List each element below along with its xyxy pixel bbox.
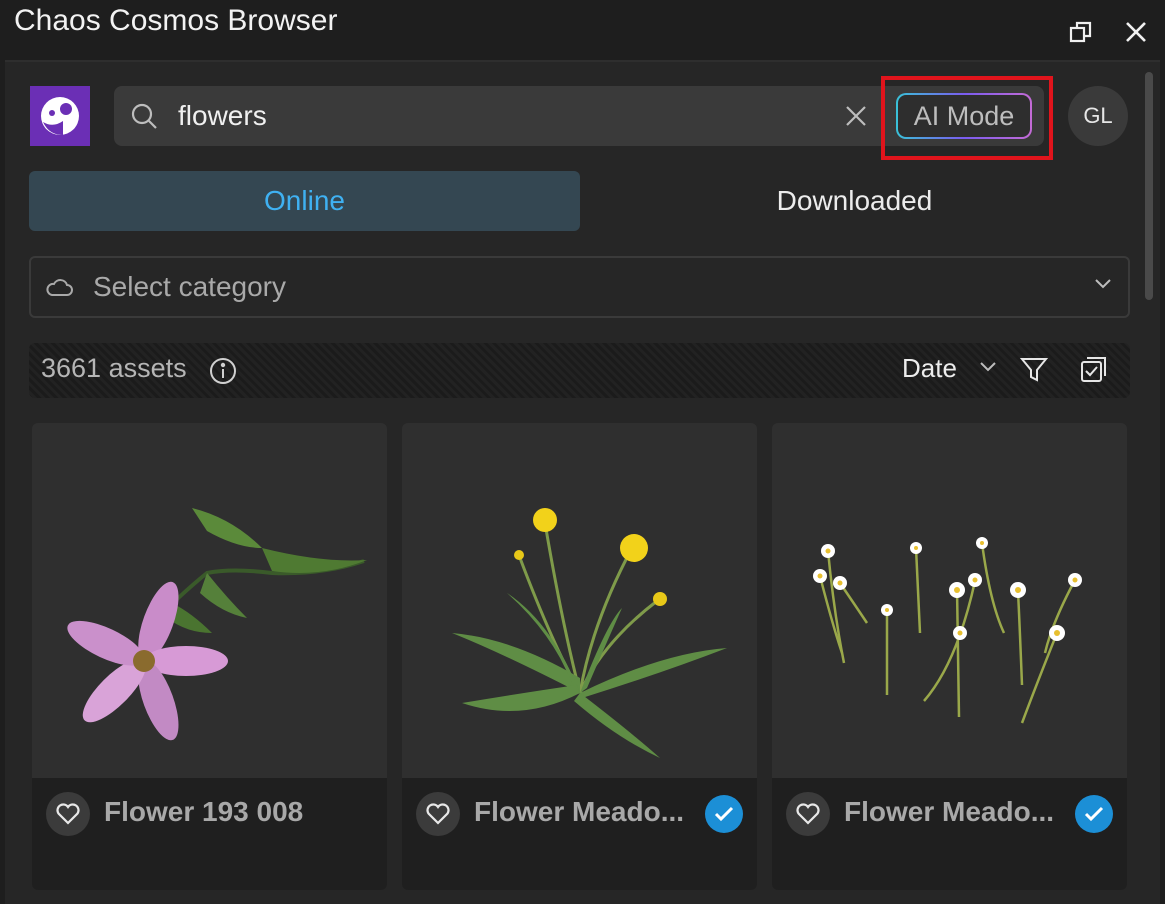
scrollbar[interactable] <box>1142 72 1156 302</box>
sort-chevron-icon[interactable] <box>979 361 997 373</box>
restore-icon <box>1069 21 1092 43</box>
multi-select-icon[interactable] <box>1079 355 1109 385</box>
asset-name: Flower Meado... <box>474 796 685 827</box>
daisy-meadow-thumbnail <box>772 423 1127 778</box>
search-input[interactable] <box>178 96 818 136</box>
dandelion-thumbnail <box>402 423 757 778</box>
asset-card[interactable]: Flower Meado... <box>402 423 757 890</box>
pink-flower-thumbnail <box>32 423 387 778</box>
title-bar: Chaos Cosmos Browser <box>0 0 1165 60</box>
chevron-down-icon <box>1095 279 1111 289</box>
asset-card[interactable]: Flower 193 008 <box>32 423 387 890</box>
asset-toolbar: 3661 assets Date <box>29 343 1130 398</box>
search-icon <box>131 103 157 129</box>
category-select[interactable]: Select category <box>29 256 1130 318</box>
window-title: Chaos Cosmos Browser <box>14 4 338 37</box>
clear-icon <box>846 106 866 126</box>
card-footer: Flower 193 008 <box>32 778 387 890</box>
cosmos-logo <box>30 86 90 146</box>
asset-name: Flower Meado... <box>844 796 1055 827</box>
restore-window-button[interactable] <box>1063 14 1099 50</box>
user-avatar[interactable]: GL <box>1068 86 1128 146</box>
search-bar: AI Mode <box>114 86 1044 146</box>
downloaded-badge <box>1075 795 1113 833</box>
close-icon <box>1126 22 1146 42</box>
close-window-button[interactable] <box>1118 14 1154 50</box>
downloaded-badge <box>705 795 743 833</box>
heart-icon <box>56 803 80 825</box>
favorite-button[interactable] <box>416 792 460 836</box>
filter-icon[interactable] <box>1019 355 1049 385</box>
scrollbar-thumb[interactable] <box>1145 72 1153 300</box>
ai-mode-button[interactable]: AI Mode <box>896 93 1032 139</box>
heart-icon <box>796 803 820 825</box>
category-placeholder: Select category <box>93 271 286 302</box>
favorite-button[interactable] <box>786 792 830 836</box>
info-icon[interactable] <box>209 357 237 385</box>
favorite-button[interactable] <box>46 792 90 836</box>
cosmos-logo-icon <box>41 97 79 135</box>
clear-search-button[interactable] <box>842 102 870 130</box>
cloud-icon <box>46 279 73 296</box>
checkmark-icon <box>714 806 734 822</box>
asset-card[interactable]: Flower Meado... <box>772 423 1127 890</box>
checkmark-icon <box>1084 806 1104 822</box>
card-footer: Flower Meado... <box>402 778 757 890</box>
asset-name: Flower 193 008 <box>104 796 304 827</box>
sort-label[interactable]: Date <box>902 353 957 384</box>
card-footer: Flower Meado... <box>772 778 1127 890</box>
heart-icon <box>426 803 450 825</box>
asset-count: 3661 assets <box>41 353 187 383</box>
tab-downloaded[interactable]: Downloaded <box>579 171 1130 231</box>
tab-online[interactable]: Online <box>29 171 580 231</box>
